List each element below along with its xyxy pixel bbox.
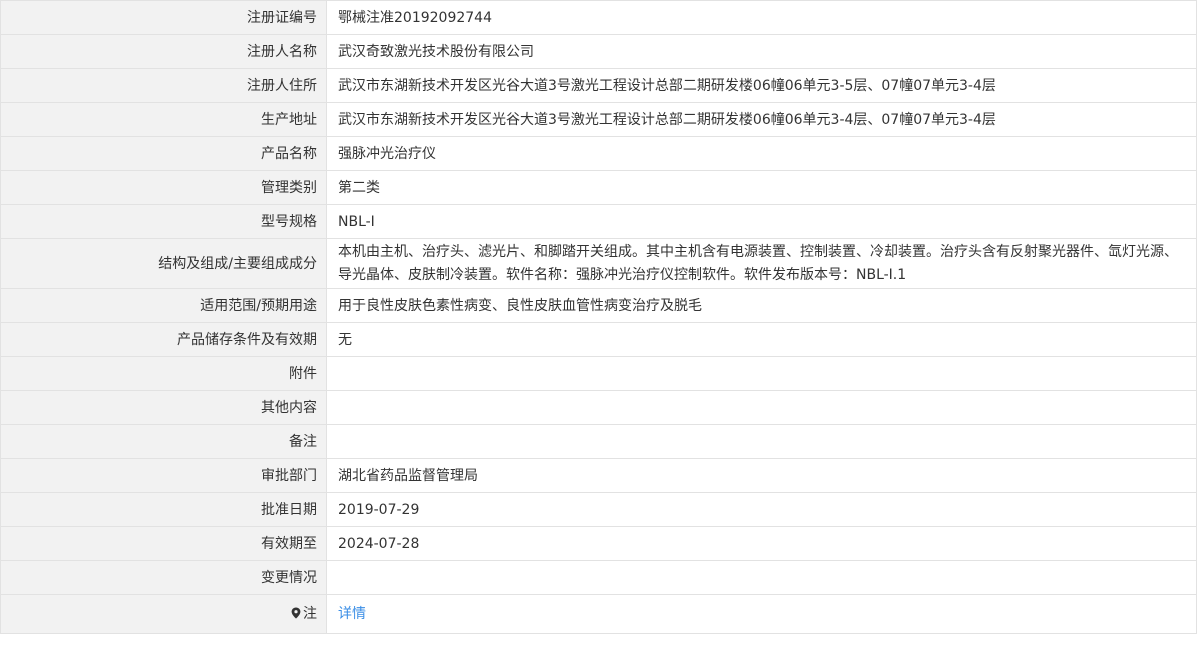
table-row: 审批部门 湖北省药品监督管理局 (0, 458, 1197, 493)
table-row: 产品储存条件及有效期 无 (0, 322, 1197, 357)
row-label-valid-until: 有效期至 (0, 526, 327, 561)
table-row: 变更情况 (0, 560, 1197, 595)
row-label-change-status: 变更情况 (0, 560, 327, 595)
table-row: 备注 (0, 424, 1197, 459)
table-row: 附件 (0, 356, 1197, 391)
row-label-note: 注 (0, 594, 327, 634)
row-label-attachment: 附件 (0, 356, 327, 391)
row-value-structure-composition: 本机由主机、治疗头、滤光片、和脚踏开关组成。其中主机含有电源装置、控制装置、冷却… (326, 238, 1197, 289)
table-row: 产品名称 强脉冲光治疗仪 (0, 136, 1197, 171)
row-value-attachment (326, 356, 1197, 391)
table-row: 管理类别 第二类 (0, 170, 1197, 205)
row-label-model-spec: 型号规格 (0, 204, 327, 239)
row-value-change-status (326, 560, 1197, 595)
row-label-approval-department: 审批部门 (0, 458, 327, 493)
row-label-storage-validity: 产品储存条件及有效期 (0, 322, 327, 357)
table-row: 注册证编号 鄂械注准20192092744 (0, 0, 1197, 35)
row-label-other-content: 其他内容 (0, 390, 327, 425)
row-value-intended-use: 用于良性皮肤色素性病变、良性皮肤血管性病变治疗及脱毛 (326, 288, 1197, 323)
row-label-registration-number: 注册证编号 (0, 0, 327, 35)
row-value-approval-date: 2019-07-29 (326, 492, 1197, 527)
table-row: 有效期至 2024-07-28 (0, 526, 1197, 561)
registration-detail-table: 注册证编号 鄂械注准20192092744 注册人名称 武汉奇致激光技术股份有限… (0, 0, 1197, 634)
row-value-note: 详情 (326, 594, 1197, 634)
table-row: 批准日期 2019-07-29 (0, 492, 1197, 527)
row-value-remarks (326, 424, 1197, 459)
note-label: 注 (303, 606, 317, 622)
row-value-storage-validity: 无 (326, 322, 1197, 357)
row-label-remarks: 备注 (0, 424, 327, 459)
row-label-approval-date: 批准日期 (0, 492, 327, 527)
row-label-product-name: 产品名称 (0, 136, 327, 171)
row-label-production-address: 生产地址 (0, 102, 327, 137)
table-row: 其他内容 (0, 390, 1197, 425)
row-value-registrant-address: 武汉市东湖新技术开发区光谷大道3号激光工程设计总部二期研发楼06幢06单元3-5… (326, 68, 1197, 103)
row-value-other-content (326, 390, 1197, 425)
table-row-note: 注 详情 (0, 594, 1197, 634)
row-value-valid-until: 2024-07-28 (326, 526, 1197, 561)
details-link[interactable]: 详情 (338, 606, 366, 622)
row-label-structure-composition: 结构及组成/主要组成成分 (0, 238, 327, 289)
row-label-registrant-address: 注册人住所 (0, 68, 327, 103)
row-value-management-category: 第二类 (326, 170, 1197, 205)
table-row: 型号规格 NBL-Ⅰ (0, 204, 1197, 239)
table-row: 结构及组成/主要组成成分 本机由主机、治疗头、滤光片、和脚踏开关组成。其中主机含… (0, 238, 1197, 289)
row-label-management-category: 管理类别 (0, 170, 327, 205)
map-pin-icon (291, 601, 301, 619)
row-value-model-spec: NBL-Ⅰ (326, 204, 1197, 239)
row-value-registrant-name: 武汉奇致激光技术股份有限公司 (326, 34, 1197, 69)
table-row: 注册人住所 武汉市东湖新技术开发区光谷大道3号激光工程设计总部二期研发楼06幢0… (0, 68, 1197, 103)
row-value-registration-number: 鄂械注准20192092744 (326, 0, 1197, 35)
row-value-production-address: 武汉市东湖新技术开发区光谷大道3号激光工程设计总部二期研发楼06幢06单元3-4… (326, 102, 1197, 137)
table-row: 生产地址 武汉市东湖新技术开发区光谷大道3号激光工程设计总部二期研发楼06幢06… (0, 102, 1197, 137)
row-label-registrant-name: 注册人名称 (0, 34, 327, 69)
table-row: 适用范围/预期用途 用于良性皮肤色素性病变、良性皮肤血管性病变治疗及脱毛 (0, 288, 1197, 323)
row-value-approval-department: 湖北省药品监督管理局 (326, 458, 1197, 493)
row-value-product-name: 强脉冲光治疗仪 (326, 136, 1197, 171)
table-row: 注册人名称 武汉奇致激光技术股份有限公司 (0, 34, 1197, 69)
row-label-intended-use: 适用范围/预期用途 (0, 288, 327, 323)
